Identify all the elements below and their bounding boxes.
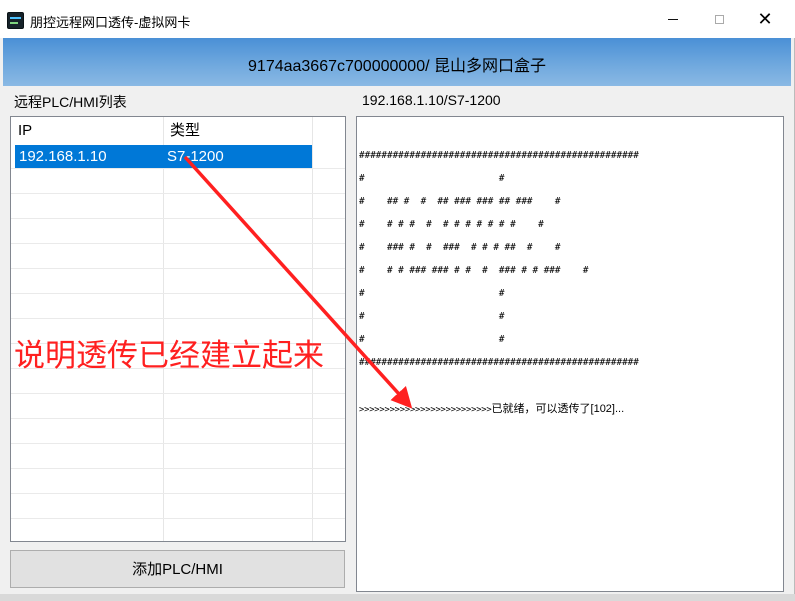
connection-group-title: 192.168.1.10/S7-1200 <box>362 92 501 108</box>
minimize-button[interactable] <box>650 0 696 38</box>
minimize-icon <box>668 18 678 20</box>
ready-message: 已就绪，可以透传了[102]... <box>491 403 625 415</box>
device-id-label: 9174aa3667c700000000/ 昆山多网口盒子 <box>248 58 546 75</box>
column-header-type[interactable]: 类型 <box>163 117 312 142</box>
row-type-cell: S7-1200 <box>167 148 224 165</box>
row-ip-cell: 192.168.1.10 <box>19 148 107 165</box>
row-gridline <box>11 193 345 194</box>
plc-list-group-title: 远程PLC/HMI列表 <box>14 92 127 112</box>
row-gridline <box>11 318 345 319</box>
maximize-button[interactable] <box>696 0 742 38</box>
row-gridline <box>11 218 345 219</box>
column-header-ip[interactable]: IP <box>11 117 163 142</box>
row-gridline <box>11 168 345 169</box>
title-bar[interactable]: 朋控远程网口透传-虚拟网卡 ✕ <box>0 0 795 38</box>
bottom-edge <box>0 594 795 601</box>
table-row[interactable]: 192.168.1.10 S7-1200 <box>15 145 312 168</box>
close-button[interactable]: ✕ <box>742 0 788 38</box>
row-gridline <box>11 268 345 269</box>
row-gridline <box>11 518 345 519</box>
row-gridline <box>11 443 345 444</box>
ready-prefix: >>>>>>>>>>>>>>>>>>>>>>>>>> <box>359 405 492 415</box>
plc-list-view[interactable]: IP 类型 192.168.1.10 S7-1200 <box>10 116 346 542</box>
annotation-text: 说明透传已经建立起来 <box>14 338 324 373</box>
row-gridline <box>11 493 345 494</box>
row-gridline <box>11 468 345 469</box>
app-icon <box>7 12 24 29</box>
row-gridline <box>11 243 345 244</box>
row-gridline <box>11 293 345 294</box>
column-divider <box>163 117 164 541</box>
ready-status-line: >>>>>>>>>>>>>>>>>>>>>>>>>>已就绪，可以透传了[102]… <box>359 400 624 416</box>
main-window: 朋控远程网口透传-虚拟网卡 ✕ 9174aa3667c700000000/ 昆山… <box>0 0 795 601</box>
add-plc-hmi-button[interactable]: 添加PLC/HMI <box>10 550 345 588</box>
maximize-icon <box>714 14 724 24</box>
console-banner-text: ########################################… <box>359 150 639 368</box>
window-title: 朋控远程网口透传-虚拟网卡 <box>30 15 191 30</box>
column-divider <box>312 117 313 541</box>
console-output[interactable]: ########################################… <box>356 116 784 592</box>
list-header: IP 类型 <box>11 117 345 142</box>
device-banner: 9174aa3667c700000000/ 昆山多网口盒子 <box>3 38 791 86</box>
close-icon: ✕ <box>757 9 773 29</box>
row-gridline <box>11 393 345 394</box>
row-gridline <box>11 418 345 419</box>
